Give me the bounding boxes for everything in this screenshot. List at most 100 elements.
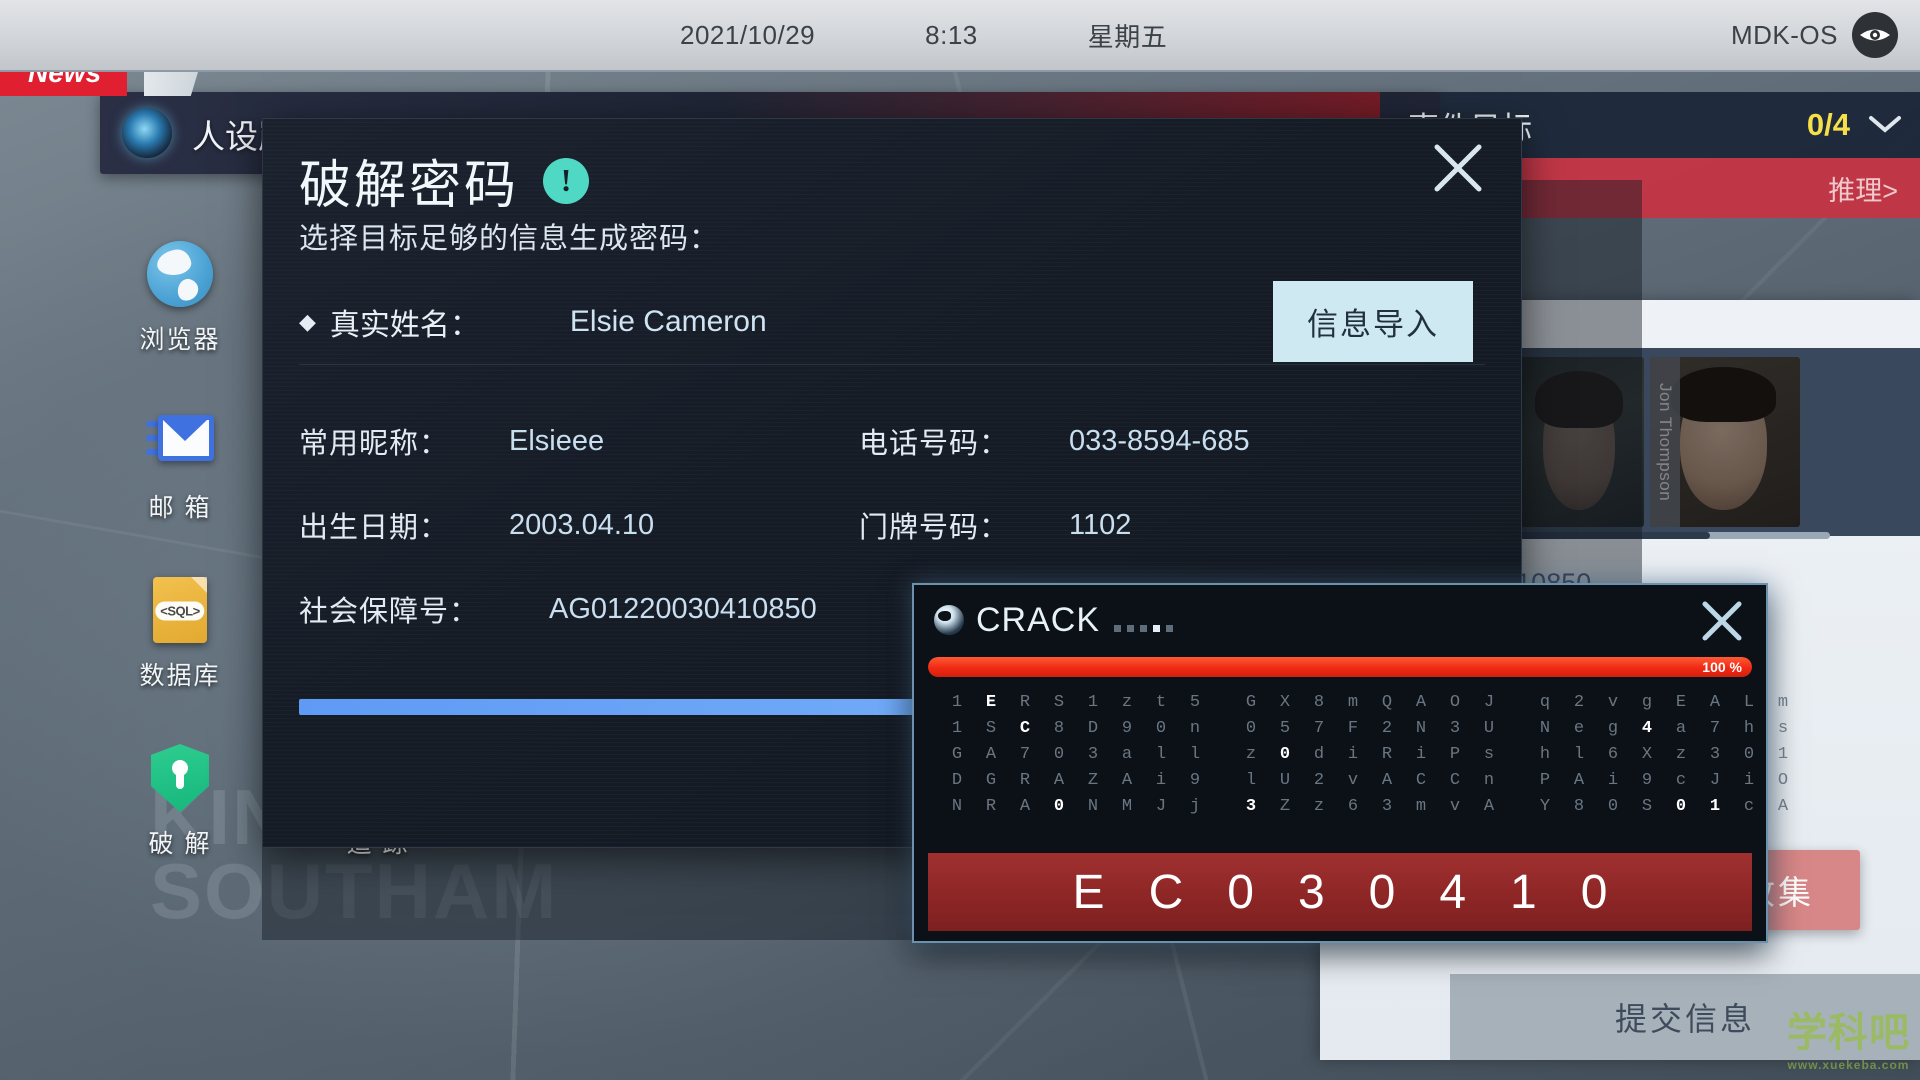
import-info-button[interactable]: 信息导入 — [1273, 281, 1473, 362]
cracked-password-display: EC030410 — [928, 853, 1752, 931]
close-icon[interactable] — [1698, 597, 1750, 649]
matrix-char: J — [1155, 797, 1167, 816]
matrix-char: P — [1539, 771, 1551, 790]
matrix-char: F — [1347, 719, 1359, 738]
matrix-char: A — [985, 745, 997, 764]
dock-label-browser: 浏览器 — [139, 326, 221, 354]
dock-label-database: 数据库 — [139, 662, 221, 690]
matrix-char: J — [1483, 693, 1495, 712]
matrix-char: 7 — [1019, 745, 1031, 764]
matrix-char: E — [1675, 693, 1687, 712]
matrix-row: 1 S C 8 D 9 0 n — [940, 719, 1212, 738]
matrix-char: M — [1121, 797, 1133, 816]
field-house-number[interactable]: 门牌号码： 1102 — [859, 504, 1485, 546]
password-char: 1 — [1510, 865, 1537, 919]
field-phone[interactable]: 电话号码： 033-8594-685 — [859, 420, 1485, 462]
status-date: 2021/10/29 — [680, 19, 816, 50]
crack-window: CRACK 100 % 1ERS1zt51SC8D90nGA703allDGRA… — [912, 583, 1788, 943]
eye-icon[interactable] — [1852, 12, 1898, 58]
matrix-char: z — [1313, 797, 1325, 816]
sql-badge-label: <SQL> — [155, 601, 205, 621]
matrix-char: R — [1019, 771, 1031, 790]
top-status-bar: 2021/10/29 8:13 星期五 MDK-OS — [0, 0, 1920, 72]
matrix-char: a — [1675, 719, 1687, 738]
close-icon[interactable] — [1427, 137, 1489, 199]
event-objectives-count: 0/4 — [1806, 107, 1850, 142]
matrix-char-highlighted: C — [1019, 719, 1031, 738]
matrix-char: 0 — [1743, 745, 1755, 764]
matrix-char: i — [1607, 771, 1619, 790]
submit-info-label: 提交信息 — [1614, 1001, 1755, 1037]
matrix-char: c — [1743, 797, 1755, 816]
matrix-char: S — [1641, 797, 1653, 816]
field-label-birthdate: 出生日期： — [299, 512, 450, 544]
matrix-char: U — [1483, 719, 1495, 738]
matrix-char: i — [1743, 771, 1755, 790]
field-value-phone: 033-8594-685 — [1069, 424, 1250, 457]
matrix-char: 2 — [1313, 771, 1325, 790]
crack-progress-label: 100 % — [1702, 659, 1742, 675]
exclamation-icon[interactable]: ! — [543, 157, 590, 204]
crack-character-matrix: 1ERS1zt51SC8D90nGA703allDGRAZAi9NRA0NMJj… — [914, 677, 1788, 816]
matrix-char: s — [1483, 745, 1495, 764]
matrix-char: Z — [1279, 797, 1291, 816]
matrix-row: l U 2 v A C Cn — [1234, 771, 1506, 790]
matrix-char-highlighted: 3 — [1245, 797, 1257, 816]
news-eye-icon — [122, 108, 172, 158]
field-real-name[interactable]: ◆ 真实姓名： Elsie Cameron 信息导入 — [299, 279, 1485, 365]
os-name-label: MDK-OS — [1731, 19, 1838, 50]
matrix-char: z — [1675, 745, 1687, 764]
globe-icon — [146, 240, 214, 308]
status-bar-center: 2021/10/29 8:13 星期五 — [680, 17, 1167, 54]
field-value-ssn: AG01220030410850 — [549, 592, 817, 625]
matrix-char: z — [1121, 693, 1133, 712]
dock-app-crack[interactable]: 破 解 — [120, 744, 240, 860]
watermark-text: 学科吧 — [1787, 1011, 1910, 1055]
matrix-char: R — [1381, 745, 1393, 764]
dock-app-mail[interactable]: 邮 箱 — [120, 408, 240, 524]
matrix-char: 1 — [1087, 693, 1099, 712]
field-birthdate[interactable]: 出生日期： 2003.04.10 — [299, 504, 859, 546]
matrix-row: G A 7 0 3 a l l — [940, 745, 1212, 764]
character-card-jon[interactable]: Jon Thompson — [1650, 357, 1800, 527]
matrix-char: A — [1709, 693, 1721, 712]
modal-title-row: 破解密码 ! — [299, 143, 590, 218]
matrix-char: D — [1087, 719, 1099, 738]
dock-app-database[interactable]: <SQL> 数据库 — [120, 576, 240, 692]
event-objective-action[interactable]: 推理> — [1828, 169, 1898, 208]
field-nickname[interactable]: 常用昵称： Elsieee — [299, 420, 859, 462]
page-title: 破解密码 — [299, 157, 520, 215]
matrix-char-highlighted: E — [985, 693, 997, 712]
matrix-char: 3 — [1381, 797, 1393, 816]
chevron-down-icon[interactable] — [1868, 110, 1902, 141]
matrix-char: 0 — [1607, 797, 1619, 816]
crack-loading-dots — [1114, 603, 1174, 637]
matrix-char: m — [1777, 693, 1789, 712]
matrix-char: 8 — [1053, 719, 1065, 738]
crack-window-header: CRACK — [914, 585, 1766, 655]
matrix-row: D G R A Z Ai 9 — [940, 771, 1212, 790]
matrix-char: s — [1777, 719, 1789, 738]
matrix-char: A — [1573, 771, 1585, 790]
matrix-row: N R A 0 N M Jj — [940, 797, 1212, 816]
matrix-char: v — [1607, 693, 1619, 712]
dock-label-mail: 邮 箱 — [148, 494, 212, 522]
matrix-char: m — [1415, 797, 1427, 816]
matrix-char: N — [1415, 719, 1427, 738]
diamond-bullet-icon: ◆ — [299, 308, 316, 334]
matrix-row: 0 5 7 F 2 N 3 U — [1234, 719, 1506, 738]
matrix-row: 1 E R S 1 z t 5 — [940, 693, 1212, 712]
matrix-char: D — [951, 771, 963, 790]
matrix-char: l — [1245, 771, 1257, 790]
matrix-char: 0 — [1245, 719, 1257, 738]
matrix-row: q 2 v g E A Lm — [1528, 693, 1800, 712]
matrix-char: N — [1539, 719, 1551, 738]
password-char: 0 — [1580, 865, 1608, 919]
matrix-char: A — [1121, 771, 1133, 790]
matrix-char: S — [1053, 693, 1065, 712]
dock-app-browser[interactable]: 浏览器 — [120, 240, 240, 356]
matrix-char: A — [1777, 797, 1789, 816]
matrix-char: 5 — [1279, 719, 1291, 738]
matrix-char: 9 — [1189, 771, 1201, 790]
matrix-row: z 0 d i Ri Ps — [1234, 745, 1506, 764]
